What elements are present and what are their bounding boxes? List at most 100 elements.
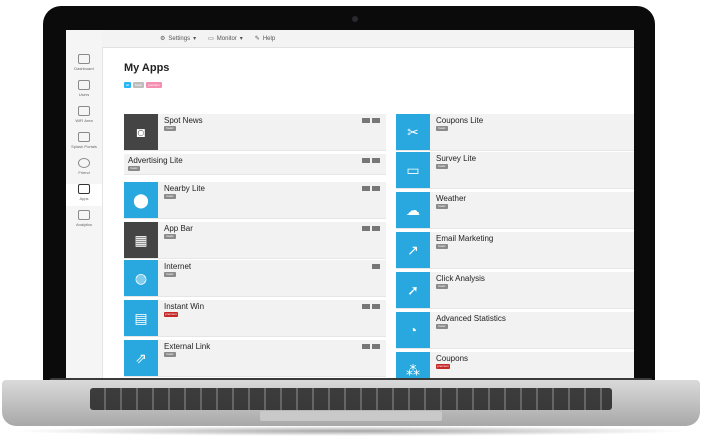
- badge-basic: basic: [164, 194, 176, 199]
- tag-all[interactable]: all: [124, 82, 132, 88]
- nav-help[interactable]: ✎ Help: [254, 35, 276, 43]
- cloud-icon: ☁: [396, 192, 430, 228]
- app-actions: [362, 304, 380, 309]
- sidebar-item-label: Apps: [79, 196, 89, 201]
- app-name: External Link: [164, 342, 211, 351]
- edit-button[interactable]: [362, 226, 370, 231]
- nav-label: Monitor: [216, 35, 237, 42]
- chat-icon: ▭: [396, 152, 430, 188]
- delete-button[interactable]: [372, 226, 380, 231]
- app-actions: [362, 186, 380, 191]
- sidebar-item-label: Splash Portals: [71, 144, 97, 149]
- sidebar-item-label: Users: [78, 92, 90, 97]
- camera-icon: [352, 16, 358, 22]
- edit-button[interactable]: [362, 186, 370, 191]
- app-actions: [362, 344, 380, 349]
- friend-icon: [78, 158, 90, 168]
- app-card-spot-news[interactable]: ◙ Spot News basic: [124, 114, 386, 151]
- edit-button[interactable]: [362, 158, 370, 163]
- app-card-advertising-lite[interactable]: Advertising Lite basic: [124, 154, 386, 175]
- nav-settings[interactable]: ⚙ Settings ▾: [160, 35, 196, 43]
- delete-button[interactable]: [372, 264, 380, 269]
- app-name: Instant Win: [164, 302, 205, 311]
- portal-icon: [78, 132, 90, 142]
- app-actions: [372, 264, 380, 269]
- edit-button[interactable]: [362, 118, 370, 123]
- delete-button[interactable]: [372, 304, 380, 309]
- cursor-icon: ➚: [396, 272, 430, 308]
- badge-basic: basic: [436, 164, 448, 169]
- app-card-click-analysis[interactable]: ➚ Click Analysis basic: [396, 272, 634, 309]
- app-card-internet[interactable]: ◍ Internet basic: [124, 260, 386, 297]
- app-card-instant-win[interactable]: ▤ Instant Win premium: [124, 300, 386, 337]
- app-actions: [362, 226, 380, 231]
- badge-basic: basic: [436, 126, 448, 131]
- users-icon: [78, 80, 90, 90]
- delete-button[interactable]: [372, 344, 380, 349]
- sidebar: Dashboard Users WiFi Area Splash Portals…: [66, 30, 103, 378]
- filter-tags: all basic premium: [124, 82, 162, 88]
- chart-up-icon: ↗: [396, 232, 430, 268]
- app-name: Spot News: [164, 116, 203, 125]
- nav-label: Settings: [168, 35, 191, 42]
- sidebar-item-users[interactable]: Users: [66, 80, 102, 102]
- app-name: Advertising Lite: [128, 156, 183, 165]
- sidebar-item-label: Analytics: [75, 222, 92, 227]
- wifi-icon: [78, 106, 90, 116]
- page-title: My Apps: [124, 62, 170, 74]
- badge-premium: premium: [436, 364, 450, 369]
- sidebar-item-apps[interactable]: Apps: [66, 184, 102, 206]
- app-card-app-bar[interactable]: ▦ App Bar basic: [124, 222, 386, 259]
- window-icon: ▤: [124, 300, 158, 336]
- app-card-nearby-lite[interactable]: ⬤ Nearby Lite basic: [124, 182, 386, 219]
- location-pin-icon: ⬤: [124, 182, 158, 218]
- sidebar-item-analytics[interactable]: Analytics: [66, 210, 102, 232]
- tag-basic[interactable]: basic: [133, 82, 145, 88]
- sidebar-item-wifi-area[interactable]: WiFi Area: [66, 106, 102, 128]
- app-name: Weather: [436, 194, 467, 203]
- badge-premium: premium: [164, 312, 178, 317]
- sidebar-item-friend[interactable]: Friend: [66, 158, 102, 180]
- app-card-advanced-statistics[interactable]: ◔ Advanced Statistics basic: [396, 312, 634, 349]
- badge-basic: basic: [164, 352, 176, 357]
- delete-button[interactable]: [372, 158, 380, 163]
- app-card-external-link[interactable]: ⇗ External Link basic: [124, 340, 386, 377]
- nav-monitor[interactable]: ▭ Monitor ▾: [208, 35, 243, 43]
- dashboard-icon: [78, 54, 90, 64]
- app-card-survey-lite[interactable]: ▭ Survey Lite basic: [396, 152, 634, 189]
- coupon-icon: ✂: [396, 114, 430, 150]
- badge-basic: basic: [436, 204, 448, 209]
- badge-basic: basic: [436, 284, 448, 289]
- badge-basic: basic: [436, 324, 448, 329]
- delete-button[interactable]: [372, 118, 380, 123]
- sidebar-item-label: WiFi Area: [75, 118, 93, 123]
- pie-chart-icon: ◔: [396, 312, 430, 348]
- delete-button[interactable]: [372, 186, 380, 191]
- top-navbar: ⚙ Settings ▾ ▭ Monitor ▾ ✎ Help: [102, 30, 634, 48]
- badge-basic: basic: [164, 126, 176, 131]
- rss-icon: ◙: [124, 114, 158, 150]
- app-actions: [362, 118, 380, 123]
- sidebar-item-splash-portals[interactable]: Splash Portals: [66, 132, 102, 154]
- app-name: Nearby Lite: [164, 184, 205, 193]
- external-link-icon: ⇗: [124, 340, 158, 376]
- app-card-email-marketing[interactable]: ↗ Email Marketing basic: [396, 232, 634, 269]
- app-card-weather[interactable]: ☁ Weather basic: [396, 192, 634, 229]
- app-name: Advanced Statistics: [436, 314, 506, 323]
- app-name: Email Marketing: [436, 234, 494, 243]
- sidebar-item-dashboard[interactable]: Dashboard: [66, 54, 102, 76]
- app-name: App Bar: [164, 224, 193, 233]
- keyboard: [90, 388, 612, 410]
- app-card-coupons-lite[interactable]: ✂ Coupons Lite basic: [396, 114, 634, 151]
- edit-button[interactable]: [362, 344, 370, 349]
- screen: Dashboard Users WiFi Area Splash Portals…: [66, 30, 634, 378]
- tag-premium[interactable]: premium: [146, 82, 162, 88]
- app-card-coupons[interactable]: ⁂ Coupons premium: [396, 352, 634, 378]
- help-icon: ✎: [254, 36, 260, 42]
- laptop-shadow: [10, 426, 692, 436]
- badge-basic: basic: [128, 166, 140, 171]
- scatter-icon: ⁂: [396, 352, 430, 378]
- edit-button[interactable]: [362, 304, 370, 309]
- nav-label: Help: [262, 35, 276, 42]
- sidebar-item-label: Friend: [78, 170, 90, 175]
